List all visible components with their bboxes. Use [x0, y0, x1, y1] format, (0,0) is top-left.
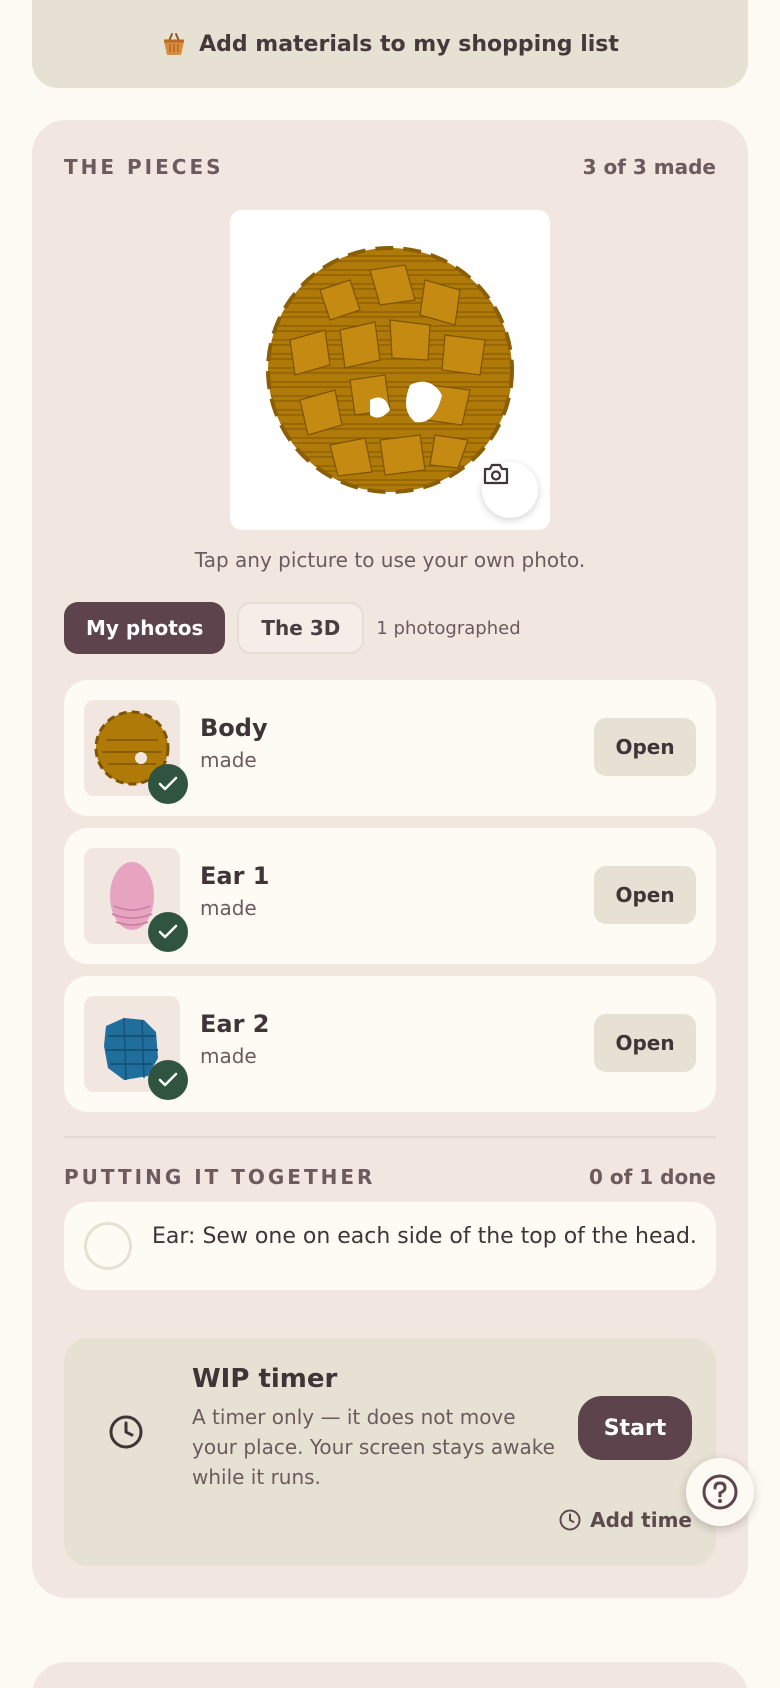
- timer-description: A timer only — it does not move your pla…: [192, 1405, 555, 1489]
- pieces-header: THE PIECES 3 of 3 made: [64, 152, 716, 182]
- piece-row-body: Body made Open: [64, 680, 716, 816]
- change-photo-button[interactable]: [482, 462, 538, 518]
- made-check-icon: [148, 764, 188, 804]
- add-time-button[interactable]: Add time: [558, 1508, 692, 1532]
- assembly-count: 0 of 1 done: [588, 1165, 716, 1189]
- clock-small-icon: [559, 1509, 581, 1531]
- tab-the-3d[interactable]: The 3D: [237, 602, 365, 654]
- piece-name: Ear 1: [200, 862, 270, 890]
- camera-icon: [483, 463, 509, 485]
- assembly-title: PUTTING IT TOGETHER: [64, 1165, 376, 1189]
- piece-status: made: [200, 1044, 257, 1068]
- wip-timer-panel: WIP timer A timer only — it does not mov…: [64, 1338, 716, 1566]
- shopping-list-label: Add materials to my shopping list: [199, 31, 619, 57]
- made-check-icon: [148, 912, 188, 952]
- open-body-button[interactable]: Open: [594, 718, 696, 776]
- step-text: Ear: Sew one on each side of the top of …: [152, 1224, 697, 1249]
- piece-row-ear-1: Ear 1 made Open: [64, 828, 716, 964]
- basket-icon: [161, 31, 187, 57]
- add-to-shopping-list-button[interactable]: Add materials to my shopping list: [32, 0, 748, 88]
- next-card: [32, 1662, 748, 1688]
- start-timer-button[interactable]: Start: [578, 1396, 692, 1460]
- pieces-count: 3 of 3 made: [582, 155, 716, 179]
- piece-name: Body: [200, 714, 268, 742]
- section-divider: [64, 1136, 716, 1138]
- assembly-header: PUTTING IT TOGETHER 0 of 1 done: [64, 1162, 716, 1192]
- view-tabs: My photos The 3D 1 photographed: [64, 602, 521, 654]
- timer-title: WIP timer: [192, 1364, 338, 1394]
- tab-my-photos[interactable]: My photos: [64, 602, 226, 654]
- pieces-title: THE PIECES: [64, 155, 224, 179]
- pattern-card: THE PIECES 3 of 3 made Tap any picture t…: [32, 120, 748, 1598]
- piece-row-ear-2: Ear 2 made Open: [64, 976, 716, 1112]
- step-checkbox[interactable]: [84, 1222, 132, 1270]
- piece-status: made: [200, 896, 257, 920]
- question-icon: [702, 1474, 738, 1510]
- assembly-step: Ear: Sew one on each side of the top of …: [64, 1202, 716, 1290]
- add-time-label: Add time: [590, 1508, 692, 1532]
- open-ear-2-button[interactable]: Open: [594, 1014, 696, 1072]
- piece-name: Ear 2: [200, 1010, 270, 1038]
- clock-icon: [109, 1415, 143, 1449]
- photographed-count: 1 photographed: [376, 617, 521, 639]
- help-button[interactable]: [686, 1458, 754, 1526]
- open-ear-1-button[interactable]: Open: [594, 866, 696, 924]
- made-check-icon: [148, 1060, 188, 1100]
- piece-preview-image[interactable]: [230, 210, 550, 530]
- photo-hint: Tap any picture to use your own photo.: [194, 548, 586, 572]
- piece-status: made: [200, 748, 257, 772]
